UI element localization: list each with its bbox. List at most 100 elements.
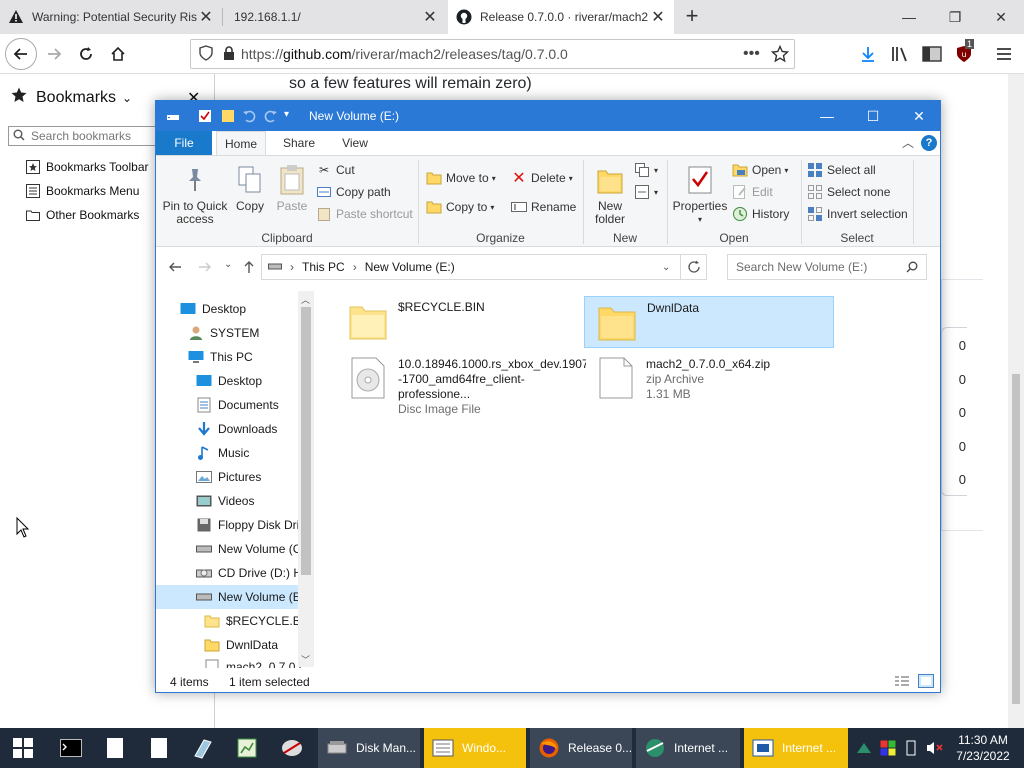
page-actions-icon[interactable]: ••• xyxy=(743,45,760,63)
address-bar[interactable]: › This PC › New Volume (E:) ⌄ xyxy=(261,254,681,280)
nav-item-system[interactable]: SYSTEM xyxy=(188,321,259,345)
nav-item-mach2[interactable]: mach2_0.7.0.( xyxy=(204,655,303,668)
tool-taskbar-icon[interactable] xyxy=(192,728,214,768)
nav-item-desktop-root[interactable]: Desktop xyxy=(180,297,246,321)
cmd-taskbar-icon[interactable] xyxy=(60,728,82,768)
properties-quick-icon[interactable] xyxy=(198,109,212,123)
explorer-close-button[interactable]: ✕ xyxy=(896,101,942,131)
nav-item-music[interactable]: Music xyxy=(196,441,249,465)
nav-item-this-pc[interactable]: This PC xyxy=(188,345,253,369)
browser-tab-github-release[interactable]: Release 0.7.0.0 · riverar/mach2 ✕ xyxy=(448,0,674,34)
tab-view[interactable]: View xyxy=(330,131,380,155)
copy-path-button[interactable]: Copy path xyxy=(316,184,391,200)
tray-color-icon[interactable] xyxy=(880,728,896,768)
start-button[interactable] xyxy=(12,728,34,768)
explorer-minimize-button[interactable]: — xyxy=(804,101,850,131)
close-tab-icon[interactable]: ✕ xyxy=(422,7,438,27)
forward-button[interactable] xyxy=(40,40,68,68)
nav-item-downloads[interactable]: Downloads xyxy=(196,417,277,441)
shield-icon[interactable] xyxy=(199,44,213,64)
tray-device-icon[interactable] xyxy=(906,728,916,768)
taskbar-app-disk-management[interactable]: Disk Man... xyxy=(318,728,420,768)
move-to-button[interactable]: Move to ▾ xyxy=(426,170,496,186)
back-arrow-icon[interactable] xyxy=(168,260,182,277)
close-window-button[interactable]: ✕ xyxy=(978,0,1024,34)
breadcrumb-separator-icon[interactable]: › xyxy=(353,260,357,274)
nav-item-videos[interactable]: Videos xyxy=(196,489,254,513)
redo-icon[interactable] xyxy=(264,109,278,123)
tiles-view-icon[interactable] xyxy=(918,674,934,691)
breadcrumb-this-pc[interactable]: This PC xyxy=(302,260,345,274)
close-tab-icon[interactable]: ✕ xyxy=(198,7,214,27)
nav-item-dwnldata[interactable]: DwnlData xyxy=(204,633,278,657)
invert-selection-button[interactable]: Invert selection xyxy=(807,206,908,222)
file-item-zip[interactable]: mach2_0.7.0.0_x64.zip zip Archive 1.31 M… xyxy=(584,353,834,405)
url-bar[interactable]: https://github.com/riverar/mach2/release… xyxy=(190,39,795,69)
bookmark-star-icon[interactable] xyxy=(770,44,790,66)
home-button[interactable] xyxy=(104,40,132,68)
browser-tab-security-warning[interactable]: Warning: Potential Security Ris ✕ xyxy=(0,0,222,34)
tray-network-icon[interactable] xyxy=(856,728,872,768)
cut-button[interactable]: ✂ Cut xyxy=(316,162,355,178)
pin-quick-access-button[interactable]: Pin to Quick access xyxy=(162,164,228,226)
nav-item-documents[interactable]: Documents xyxy=(196,393,279,417)
explorer-title-bar[interactable]: ▾ New Volume (E:) — ☐ ✕ xyxy=(156,101,940,131)
nav-item-pictures[interactable]: Pictures xyxy=(196,465,261,489)
open-button[interactable]: Open ▾ xyxy=(732,162,788,178)
bookmark-folder-other[interactable]: Other Bookmarks xyxy=(26,208,139,222)
nav-pane-scrollbar[interactable]: ︿ ﹀ xyxy=(298,291,314,667)
back-button[interactable] xyxy=(5,38,37,70)
tab-file[interactable]: File xyxy=(156,131,212,155)
taskbar-app-firefox[interactable]: Release 0... xyxy=(530,728,632,768)
copy-to-button[interactable]: Copy to ▾ xyxy=(426,199,494,215)
minimize-window-button[interactable]: — xyxy=(886,0,932,34)
tab-home[interactable]: Home xyxy=(216,131,266,155)
rename-button[interactable]: Rename xyxy=(511,199,576,215)
history-button[interactable]: History xyxy=(732,206,789,222)
ublock-icon[interactable]: u 1 xyxy=(954,39,975,64)
select-none-button[interactable]: Select none xyxy=(807,184,890,200)
up-arrow-icon[interactable] xyxy=(242,260,256,277)
address-dropdown-icon[interactable]: ⌄ xyxy=(662,262,670,273)
paste-shortcut-button[interactable]: Paste shortcut xyxy=(316,206,413,222)
document-taskbar-icon[interactable] xyxy=(150,728,168,768)
scroll-down-icon[interactable]: ﹀ xyxy=(301,653,310,666)
bookmarks-header[interactable]: Bookmarks ⌄ xyxy=(10,86,132,109)
taskbar-app-windows-explorer[interactable]: Windo... xyxy=(424,728,526,768)
easy-access-button[interactable]: ▾ xyxy=(634,184,658,200)
tab-share[interactable]: Share xyxy=(274,131,324,155)
library-icon[interactable] xyxy=(890,44,910,64)
copy-button[interactable]: Copy xyxy=(232,164,268,213)
new-folder-button[interactable]: New folder xyxy=(590,164,630,226)
volume-muted-icon[interactable] xyxy=(926,728,944,768)
delete-button[interactable]: ✕ Delete ▾ xyxy=(511,170,572,187)
nav-item-volume-e[interactable]: New Volume (E xyxy=(156,585,301,609)
browser-tab-router[interactable]: 192.168.1.1/ ✕ xyxy=(224,0,446,34)
new-folder-quick-icon[interactable] xyxy=(221,109,235,123)
page-scrollbar-thumb[interactable] xyxy=(1012,374,1020,704)
file-item-iso[interactable]: 10.0.18946.1000.rs_xbox_dev.190723 -1700… xyxy=(336,353,586,416)
download-icon[interactable] xyxy=(858,44,878,64)
menu-icon[interactable] xyxy=(994,44,1014,64)
explorer-search-input[interactable]: Search New Volume (E:) xyxy=(727,254,927,280)
explorer-maximize-button[interactable]: ☐ xyxy=(850,101,896,131)
system-clock[interactable]: 11:30 AM 7/23/2022 xyxy=(950,732,1016,764)
page-scrollbar[interactable] xyxy=(1008,74,1024,728)
forward-arrow-icon[interactable] xyxy=(198,260,212,277)
collapse-ribbon-icon[interactable]: ︿ xyxy=(902,134,914,151)
nav-pane-scrollbar-thumb[interactable] xyxy=(301,307,311,575)
reload-button[interactable] xyxy=(72,40,100,68)
bookmark-folder-toolbar[interactable]: Bookmarks Toolbar xyxy=(26,160,149,174)
breadcrumb-new-volume[interactable]: New Volume (E:) xyxy=(365,260,455,274)
bookmark-folder-menu[interactable]: Bookmarks Menu xyxy=(26,184,139,198)
taskbar-app-internet-2[interactable]: Internet ... xyxy=(744,728,848,768)
nav-item-volume-c[interactable]: New Volume (C xyxy=(196,537,301,561)
network-taskbar-icon[interactable] xyxy=(280,728,304,768)
new-item-button[interactable]: ▾ xyxy=(634,162,658,178)
nav-item-desktop[interactable]: Desktop xyxy=(196,369,262,393)
close-tab-icon[interactable]: ✕ xyxy=(650,7,666,27)
refresh-button[interactable] xyxy=(681,254,707,280)
file-item-recycle-bin[interactable]: $RECYCLE.BIN xyxy=(336,296,586,348)
taskbar-app-internet-1[interactable]: Internet ... xyxy=(636,728,740,768)
nav-item-floppy[interactable]: Floppy Disk Dri xyxy=(196,513,299,537)
